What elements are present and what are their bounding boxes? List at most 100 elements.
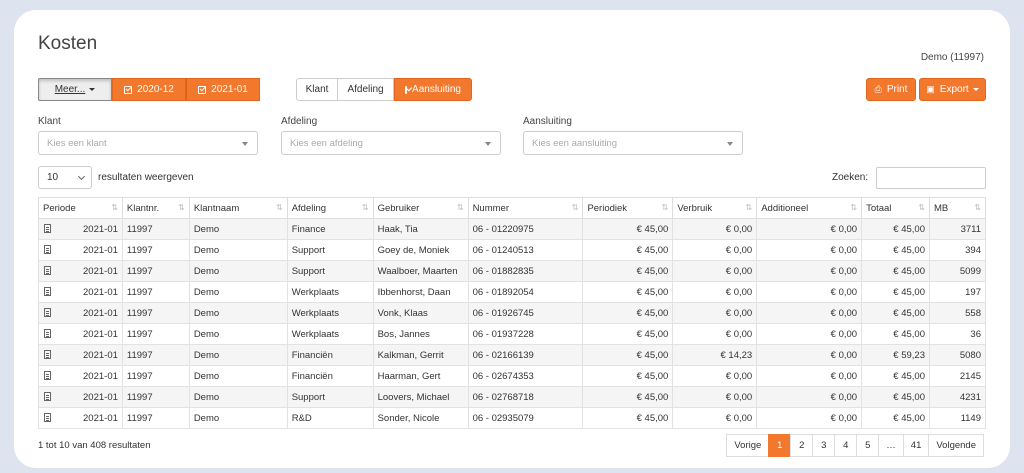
- table-cell: € 45,00: [582, 281, 674, 303]
- page-length-select[interactable]: 10: [38, 166, 92, 189]
- table-cell: Demo: [188, 344, 288, 366]
- column-header[interactable]: Afdeling ⇅: [286, 197, 374, 219]
- table-cell: € 45,00: [582, 218, 674, 240]
- table-row[interactable]: 2021-01 11997 Demo Financiën Haarman, Gert 06…: [38, 365, 987, 387]
- previous-page-button[interactable]: Vorige: [726, 434, 770, 457]
- cell-value: € 0,00: [725, 370, 753, 382]
- table-cell: 11997: [121, 281, 190, 303]
- more-dropdown-button[interactable]: Meer...: [38, 78, 112, 101]
- column-header[interactable]: Nummer ⇅: [467, 197, 584, 219]
- cell-value: 2021-01: [83, 286, 118, 298]
- document-icon[interactable]: [44, 350, 51, 359]
- table-cell: 2021-01: [38, 281, 123, 303]
- cell-value: € 0,00: [725, 328, 753, 340]
- cell-value: 11997: [126, 244, 153, 256]
- table-cell: € 0,00: [756, 239, 863, 261]
- cell-value: € 0,00: [830, 244, 858, 256]
- export-button[interactable]: ▣ Export: [919, 78, 986, 101]
- table-cell: € 0,00: [756, 365, 863, 387]
- page-button[interactable]: 3: [812, 434, 836, 457]
- cell-value: 2145: [959, 370, 981, 382]
- table-row[interactable]: 2021-01 11997 Demo Support Goey de, Moniek 06…: [38, 239, 987, 261]
- next-page-button[interactable]: Volgende: [928, 434, 984, 457]
- table-row[interactable]: 2021-01 11997 Demo Financiën Kalkman, Gerrit…: [38, 344, 987, 366]
- cell-value: € 45,00: [893, 412, 925, 424]
- document-icon[interactable]: [44, 308, 51, 317]
- table-row[interactable]: 2021-01 11997 Demo Werkplaats Ibbenhorst, Da…: [38, 281, 987, 303]
- cell-value: Loovers, Michael: [377, 391, 450, 403]
- column-header[interactable]: Totaal ⇅: [861, 197, 930, 219]
- table-cell: € 45,00: [861, 218, 930, 240]
- column-header[interactable]: Periode ⇅: [38, 197, 123, 219]
- column-header[interactable]: Additioneel ⇅: [756, 197, 863, 219]
- klant-select[interactable]: Kies een klant: [38, 131, 258, 155]
- table-row[interactable]: 2021-01 11997 Demo Finance Haak, Tia 06 - 012…: [38, 218, 987, 240]
- cell-value: Demo: [193, 286, 220, 298]
- page-button[interactable]: 5: [856, 434, 880, 457]
- column-header[interactable]: Klantnaam ⇅: [188, 197, 288, 219]
- cell-value: 2021-01: [83, 307, 118, 319]
- afdeling-select[interactable]: Kies een afdeling: [281, 131, 501, 155]
- tab-klant[interactable]: Klant: [296, 78, 338, 101]
- column-header[interactable]: Periodiek ⇅: [582, 197, 674, 219]
- page-button[interactable]: 1: [768, 434, 792, 457]
- cell-value: 197: [965, 286, 981, 298]
- document-icon[interactable]: [44, 371, 51, 380]
- filter-label-afdeling: Afdeling: [281, 116, 318, 127]
- cell-value: € 45,00: [636, 412, 669, 424]
- table-cell: 11997: [121, 239, 190, 261]
- table-row[interactable]: 2021-01 11997 Demo R&D Sonder, Nicole 06 - 02…: [38, 407, 987, 429]
- cell-value: 11997: [126, 391, 153, 403]
- period-toggle-2[interactable]: 2021-01: [186, 78, 260, 101]
- cell-value: 2021-01: [83, 349, 118, 361]
- column-header[interactable]: Klantnr. ⇅: [121, 197, 190, 219]
- document-icon[interactable]: [44, 266, 51, 275]
- table-row[interactable]: 2021-01 11997 Demo Support Waalboer, Maarten…: [38, 260, 987, 282]
- cell-value: 11997: [126, 307, 153, 319]
- cell-value: Bos, Jannes: [377, 328, 430, 340]
- table-row[interactable]: 2021-01 11997 Demo Werkplaats Bos, Jannes 06 …: [38, 323, 987, 345]
- table-row[interactable]: 2021-01 11997 Demo Werkplaats Vonk, Klaas 06 …: [38, 302, 987, 324]
- page: Kosten Demo (11997) Meer... 2020-12 2021…: [32, 22, 987, 462]
- cell-value: 11997: [126, 370, 153, 382]
- column-header[interactable]: MB ⇅: [928, 197, 987, 219]
- page-button[interactable]: 41: [902, 434, 930, 457]
- document-icon[interactable]: [44, 224, 51, 233]
- document-icon[interactable]: [44, 329, 51, 338]
- document-icon[interactable]: [44, 413, 51, 422]
- cell-value: 06 - 02166139: [472, 349, 534, 361]
- cell-value: 06 - 01220975: [472, 223, 534, 235]
- cell-value: 5099: [959, 265, 981, 277]
- table-cell: 2021-01: [38, 344, 123, 366]
- page-button[interactable]: 4: [834, 434, 858, 457]
- table-row[interactable]: 2021-01 11997 Demo Support Loovers, Michael 0…: [38, 386, 987, 408]
- klant-select-placeholder: Kies een klant: [47, 137, 107, 149]
- tab-afdeling[interactable]: Afdeling: [337, 78, 394, 101]
- print-button[interactable]: ⎙ Print: [866, 78, 916, 101]
- export-label: Export: [939, 84, 969, 95]
- table-cell: 4231: [928, 386, 987, 408]
- column-header[interactable]: Gebruiker ⇅: [372, 197, 469, 219]
- document-icon[interactable]: [44, 245, 51, 254]
- page-button[interactable]: 2: [790, 434, 814, 457]
- cell-value: R&D: [291, 412, 312, 424]
- cell-value: € 45,00: [893, 265, 925, 277]
- cell-value: 11997: [126, 328, 153, 340]
- cell-value: 06 - 01882835: [472, 265, 534, 277]
- search-input[interactable]: [876, 167, 986, 189]
- filter-label-aansluiting: Aansluiting: [523, 116, 572, 127]
- document-icon[interactable]: [44, 392, 51, 401]
- period-toggle-1[interactable]: 2020-12: [112, 78, 186, 101]
- table-cell: € 59,23: [861, 344, 930, 366]
- aansluiting-select[interactable]: Kies een aansluiting: [523, 131, 743, 155]
- cell-value: Waalboer, Maarten: [377, 265, 458, 277]
- tab-aansluiting[interactable]: Aansluiting: [394, 78, 472, 101]
- cell-value: 2021-01: [83, 244, 118, 256]
- column-header[interactable]: Verbruik ⇅: [672, 197, 758, 219]
- cell-value: Ibbenhorst, Daan: [377, 286, 451, 298]
- cell-value: 2021-01: [83, 370, 118, 382]
- page-length-label: resultaten weergeven: [98, 172, 194, 183]
- cell-value: € 45,00: [636, 307, 669, 319]
- sort-icon: ⇅: [275, 203, 283, 212]
- document-icon[interactable]: [44, 287, 51, 296]
